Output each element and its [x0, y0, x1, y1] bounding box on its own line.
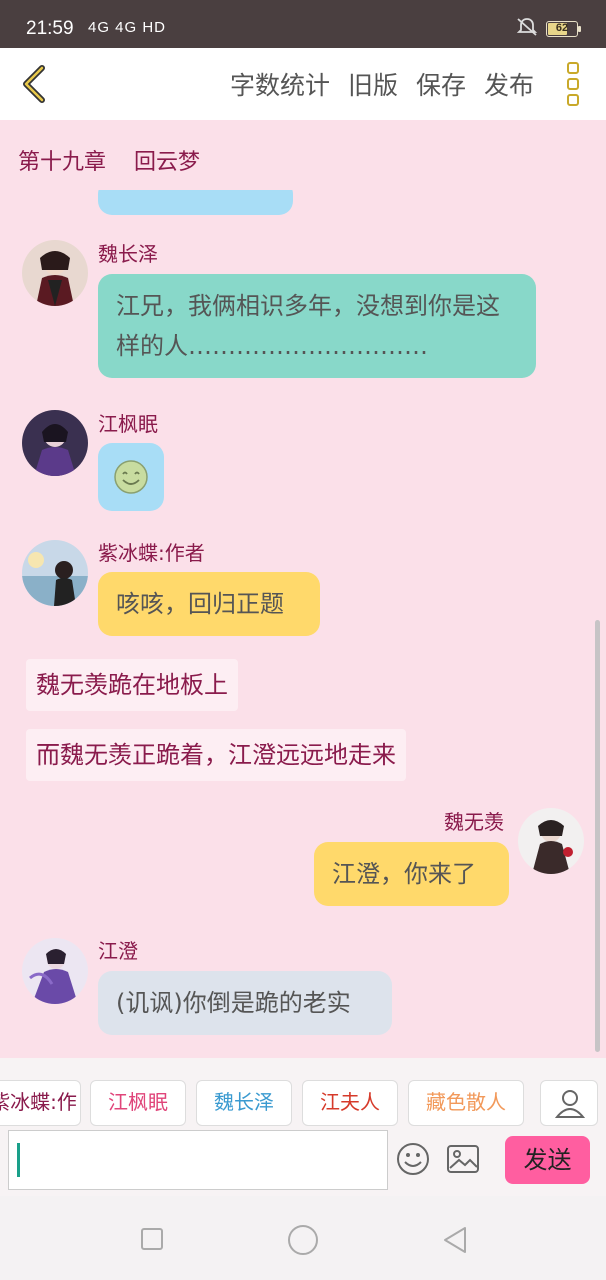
- smile-emoji-icon: [114, 460, 148, 494]
- message-input[interactable]: [8, 1130, 388, 1190]
- avatar[interactable]: [22, 938, 88, 1004]
- character-chip[interactable]: 紫冰蝶:作者: [0, 1080, 81, 1126]
- signal-indicator: 4G 4G HD: [88, 19, 167, 36]
- message-bubble[interactable]: 江澄，你来了: [314, 842, 509, 906]
- sender-name: 紫冰蝶:作者: [98, 541, 205, 565]
- narration-line[interactable]: 而魏无羡正跪着，江澄远远地走来: [26, 729, 406, 781]
- status-bar: 21:59 4G 4G HD 62: [0, 0, 606, 48]
- message-bubble[interactable]: 咳咳，回归正题: [98, 572, 320, 636]
- send-button[interactable]: 发送: [505, 1136, 590, 1184]
- avatar[interactable]: [22, 240, 88, 306]
- old-version-button[interactable]: 旧版: [348, 66, 398, 102]
- nav-circle-icon[interactable]: [287, 1224, 319, 1256]
- status-time: 21:59: [26, 18, 74, 39]
- character-chip[interactable]: 江夫人: [302, 1080, 398, 1126]
- scrollbar[interactable]: [595, 620, 600, 1052]
- chapter-title: 回云梦: [134, 150, 201, 175]
- avatar[interactable]: [22, 540, 88, 606]
- avatar[interactable]: [22, 410, 88, 476]
- sender-name: 魏无羡: [444, 810, 504, 834]
- sender-name: 江枫眠: [98, 412, 158, 436]
- narration-line[interactable]: 魏无羡跪在地板上: [26, 659, 238, 711]
- battery-icon: 62: [546, 21, 581, 37]
- save-button[interactable]: 保存: [416, 66, 466, 102]
- chapter-number: 第十九章: [18, 150, 107, 175]
- smiley-icon[interactable]: [396, 1142, 430, 1176]
- character-chip[interactable]: 江枫眠: [90, 1080, 186, 1126]
- back-chevron-icon[interactable]: [14, 62, 58, 106]
- message-bubble[interactable]: (讥讽)你倒是跪的老实: [98, 971, 392, 1035]
- message-bubble-partial: [98, 190, 293, 215]
- nav-triangle-icon[interactable]: [441, 1225, 469, 1255]
- chat-area[interactable]: 魏长泽 江兄，我俩相识多年，没想到你是这样的人………………………… 江枫眠 紫冰…: [0, 190, 606, 1058]
- message-bubble[interactable]: 江兄，我俩相识多年，没想到你是这样的人…………………………: [98, 274, 536, 378]
- avatar[interactable]: [518, 808, 584, 874]
- mute-icon: [516, 17, 538, 42]
- word-count-button[interactable]: 字数统计: [230, 66, 330, 102]
- top-bar: 字数统计 旧版 保存 发布: [0, 48, 606, 120]
- system-nav-bar: [0, 1196, 606, 1280]
- more-icon[interactable]: [564, 62, 582, 110]
- publish-button[interactable]: 发布: [484, 66, 534, 102]
- character-chip[interactable]: 魏长泽: [196, 1080, 292, 1126]
- nav-square-icon[interactable]: [140, 1227, 164, 1251]
- message-bubble[interactable]: [98, 443, 164, 511]
- text-caret: [17, 1143, 20, 1177]
- sender-name: 魏长泽: [98, 242, 158, 266]
- character-chip[interactable]: 藏色散人: [408, 1080, 524, 1126]
- character-chips: 紫冰蝶:作者 江枫眠 魏长泽 江夫人 藏色散人: [0, 1080, 532, 1126]
- image-icon[interactable]: [446, 1144, 480, 1174]
- composer-bar: 紫冰蝶:作者 江枫眠 魏长泽 江夫人 藏色散人 发送: [0, 1058, 606, 1196]
- sender-name: 江澄: [98, 939, 138, 963]
- top-actions: 字数统计 旧版 保存 发布: [230, 66, 534, 102]
- user-icon[interactable]: [540, 1080, 598, 1126]
- chapter-header: 第十九章 回云梦: [18, 144, 200, 176]
